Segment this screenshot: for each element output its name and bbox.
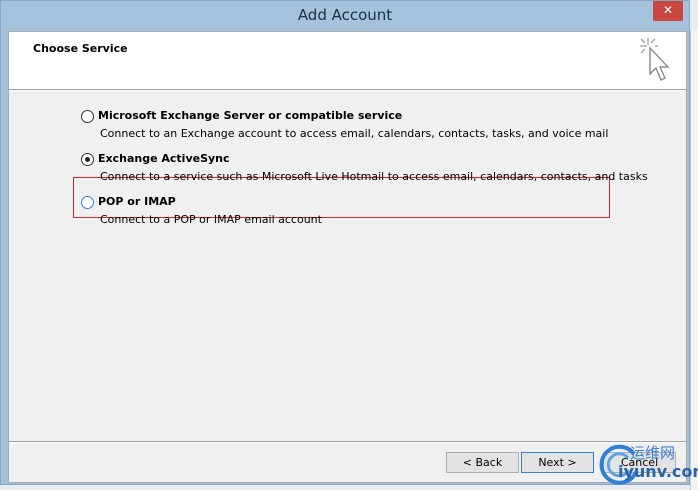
- radio-exchange-server[interactable]: [81, 110, 94, 123]
- close-button[interactable]: ✕: [653, 1, 683, 21]
- radio-exchange-activesync[interactable]: [81, 153, 94, 166]
- dialog-footer: < Back Next > Cancel: [9, 443, 686, 482]
- page-title: Choose Service: [33, 42, 128, 55]
- option-label: Exchange ActiveSync: [98, 152, 230, 165]
- cursor-click-icon: [640, 38, 670, 81]
- service-options-panel: Microsoft Exchange Server or compatible …: [9, 91, 686, 441]
- back-button[interactable]: < Back: [446, 452, 519, 473]
- option-description: Connect to an Exchange account to access…: [100, 127, 609, 140]
- dialog-client-area: Choose Service Microsoft Exchange Server…: [8, 31, 687, 483]
- add-account-dialog: Add Account ✕ Choose Service Microsoft E…: [0, 0, 690, 485]
- window-title: Add Account: [297, 6, 393, 24]
- option-description: Connect to a service such as Microsoft L…: [100, 170, 648, 183]
- radio-pop-imap[interactable]: [81, 196, 94, 209]
- title-bar[interactable]: Add Account ✕: [1, 1, 689, 31]
- option-description: Connect to a POP or IMAP email account: [100, 213, 322, 226]
- watermark-text-cn: 运维网: [630, 444, 676, 462]
- close-icon: ✕: [662, 3, 674, 17]
- option-label: POP or IMAP: [98, 195, 176, 208]
- option-label: Microsoft Exchange Server or compatible …: [98, 109, 403, 122]
- dialog-header: Choose Service: [9, 32, 686, 89]
- watermark: 运维网 iyunv.com: [596, 440, 698, 488]
- background-window-edge: [690, 30, 698, 490]
- next-button[interactable]: Next >: [521, 452, 594, 473]
- watermark-text-en: iyunv.com: [618, 462, 698, 481]
